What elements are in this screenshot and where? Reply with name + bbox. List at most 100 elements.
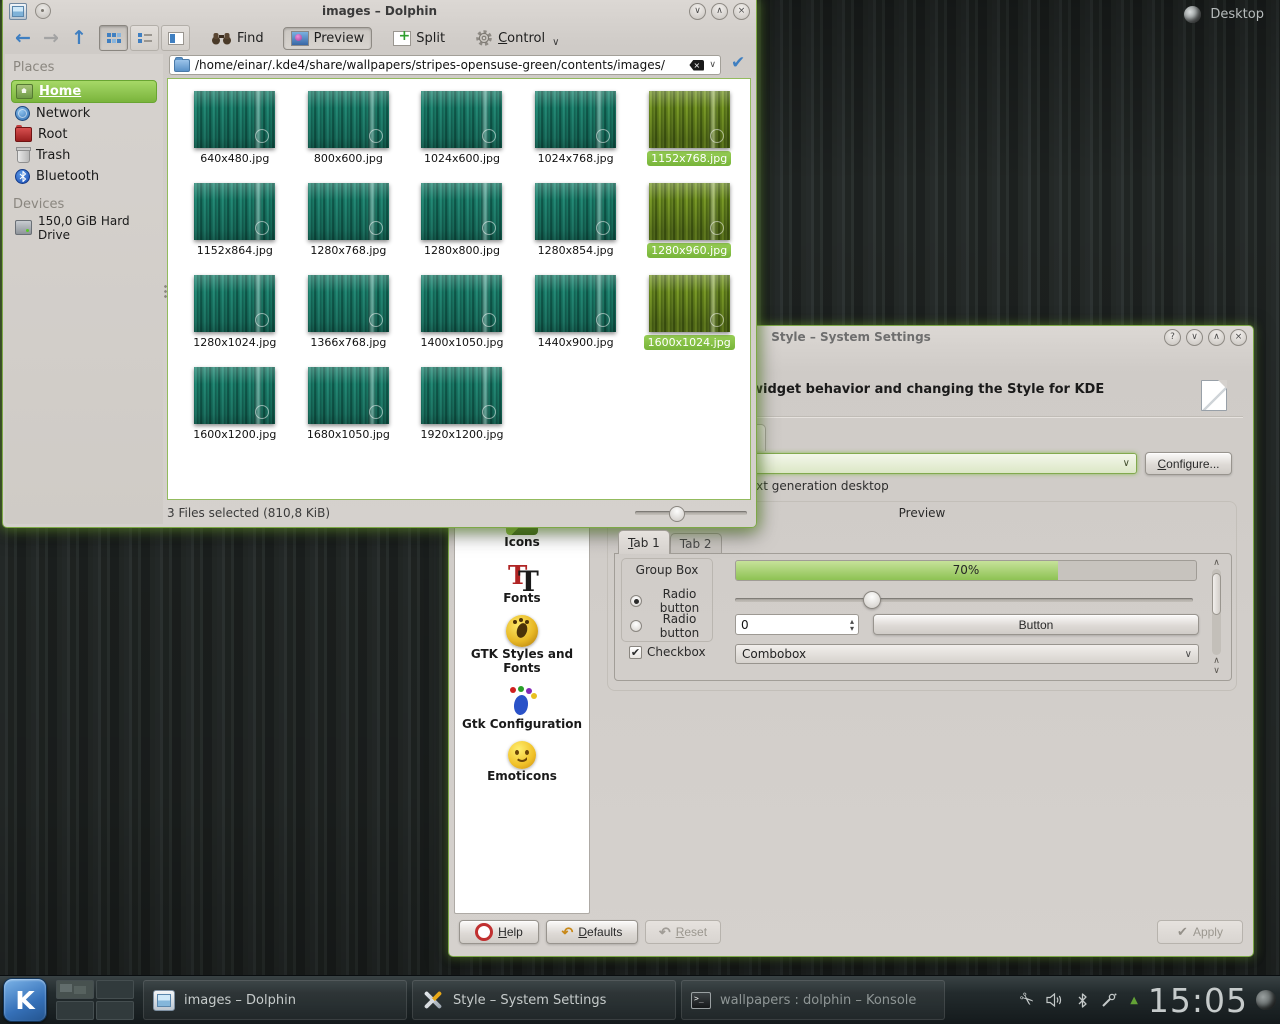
pager-desktop-2[interactable] xyxy=(96,980,134,999)
up-button[interactable]: ↑ xyxy=(67,27,91,49)
sidebar-item-emoticons[interactable]: Emoticons xyxy=(455,741,589,783)
maximize-button[interactable]: ∧ xyxy=(711,3,728,20)
file-item[interactable]: 1024x600.jpg xyxy=(405,91,519,183)
sidebar-item-gtk-configuration[interactable]: Gtk Configuration xyxy=(455,685,589,731)
file-item[interactable]: 800x600.jpg xyxy=(292,91,406,183)
task-dolphin[interactable]: images – Dolphin xyxy=(143,980,407,1020)
scrollbar-track[interactable] xyxy=(1212,569,1221,655)
slider-handle[interactable] xyxy=(863,591,881,609)
widget-style-combobox[interactable]: ∨ xyxy=(737,453,1137,474)
preview-spinbox[interactable]: 0 ▴ ▾ xyxy=(735,614,859,635)
volume-icon[interactable] xyxy=(1046,993,1064,1007)
radio-button-2[interactable]: Radio button xyxy=(630,612,712,640)
file-item[interactable]: 640x480.jpg xyxy=(178,91,292,183)
back-button[interactable]: ← xyxy=(11,27,35,49)
configure-button[interactable]: Configure... xyxy=(1145,452,1232,475)
klipper-scissors-icon[interactable]: ✂ xyxy=(1014,988,1038,1012)
task-system-settings[interactable]: Style – System Settings xyxy=(412,980,676,1020)
close-button[interactable]: × xyxy=(733,3,750,20)
forward-button[interactable]: → xyxy=(39,27,63,49)
maximize-button[interactable]: ∧ xyxy=(1208,329,1225,346)
file-item[interactable]: 1920x1200.jpg xyxy=(405,367,519,459)
reset-button[interactable]: ↶ Reset xyxy=(645,920,721,944)
file-item[interactable]: 1152x864.jpg xyxy=(178,183,292,275)
minimize-button[interactable]: ∨ xyxy=(689,3,706,20)
file-item[interactable]: 1280x768.jpg xyxy=(292,183,406,275)
file-item-selected[interactable]: 1600x1024.jpg xyxy=(632,275,746,367)
zoom-slider-handle[interactable] xyxy=(669,506,685,522)
wallpaper-thumbnail xyxy=(535,91,616,148)
file-view[interactable]: 640x480.jpg 800x600.jpg 1024x600.jpg 102… xyxy=(167,78,751,500)
file-item-selected[interactable]: 1152x768.jpg xyxy=(632,91,746,183)
columns-view-icon xyxy=(168,32,184,45)
tray-expand-icon[interactable]: ▲ xyxy=(1130,995,1138,1006)
file-item[interactable]: 1600x1200.jpg xyxy=(178,367,292,459)
apply-button[interactable]: ✔ Apply xyxy=(1157,920,1243,944)
minimize-button[interactable]: ∨ xyxy=(1186,329,1203,346)
places-item-home[interactable]: Home xyxy=(11,80,157,103)
digital-clock[interactable]: 15:05 xyxy=(1148,981,1248,1020)
control-menu-button[interactable]: Control ∨ xyxy=(468,26,566,51)
places-item-trash[interactable]: Trash xyxy=(11,145,157,166)
details-view-button[interactable] xyxy=(130,25,159,51)
places-header: Places xyxy=(13,60,157,75)
split-button[interactable]: + Split xyxy=(386,28,452,49)
file-item[interactable]: 1680x1050.jpg xyxy=(292,367,406,459)
find-button[interactable]: Find xyxy=(204,28,271,49)
preview-combobox[interactable]: Combobox ∨ xyxy=(735,644,1199,664)
task-konsole[interactable]: >_ wallpapers : dolphin – Konsole xyxy=(681,980,945,1020)
close-button[interactable]: × xyxy=(1230,329,1247,346)
places-item-network[interactable]: Network xyxy=(11,103,157,124)
help-window-button[interactable]: ? xyxy=(1164,329,1181,346)
desktop-pager[interactable] xyxy=(56,980,134,1020)
file-item[interactable]: 1280x1024.jpg xyxy=(178,275,292,367)
tab-2[interactable]: Tab 2 xyxy=(670,533,722,554)
places-item-root[interactable]: Root xyxy=(11,124,157,145)
accept-location-button[interactable]: ✔ xyxy=(731,53,745,73)
gtk-configuration-icon xyxy=(506,685,538,717)
pager-desktop-1[interactable] xyxy=(56,980,94,999)
help-button[interactable]: Help xyxy=(459,920,539,944)
preview-slider[interactable] xyxy=(735,590,1193,608)
radio-button-1[interactable]: Radio button xyxy=(630,587,712,615)
zoom-slider[interactable] xyxy=(635,505,747,521)
bluetooth-icon[interactable] xyxy=(1077,993,1088,1008)
dolphin-app-icon xyxy=(9,3,27,20)
location-dropdown-icon[interactable]: ∨ xyxy=(709,60,716,70)
panel-cashew-icon[interactable] xyxy=(1256,990,1276,1010)
places-item-hard-drive[interactable]: 150,0 GiB Hard Drive xyxy=(11,217,157,238)
scroll-up-icon[interactable]: ∧ xyxy=(1213,558,1220,568)
clear-location-icon[interactable]: × xyxy=(689,60,704,71)
pager-desktop-3[interactable] xyxy=(56,1001,94,1020)
preview-scrollbar[interactable]: ∧ ∧ ∨ xyxy=(1210,558,1223,676)
spinbox-arrows[interactable]: ▴ ▾ xyxy=(850,618,858,632)
scroll-up-icon[interactable]: ∧ xyxy=(1213,656,1220,666)
sidebar-item-fonts[interactable]: TT Fonts xyxy=(455,559,589,605)
fonts-icon: TT xyxy=(506,559,538,591)
desktop-toolbox[interactable]: Desktop xyxy=(1184,6,1264,23)
file-item[interactable]: 1024x768.jpg xyxy=(519,91,633,183)
file-item[interactable]: 1400x1050.jpg xyxy=(405,275,519,367)
pager-desktop-4[interactable] xyxy=(96,1001,134,1020)
defaults-button[interactable]: ↶ Defaults xyxy=(546,920,638,944)
file-item[interactable]: 1440x900.jpg xyxy=(519,275,633,367)
kde-menu-button[interactable]: K xyxy=(3,978,47,1022)
preview-checkbox[interactable]: ✔ Checkbox xyxy=(629,645,706,659)
dolphin-titlebar[interactable]: images – Dolphin ∨ ∧ × xyxy=(3,0,756,22)
file-item[interactable]: 1280x854.jpg xyxy=(519,183,633,275)
device-notifier-icon[interactable] xyxy=(1101,993,1117,1008)
columns-view-button[interactable] xyxy=(161,25,190,51)
file-item-selected[interactable]: 1280x960.jpg xyxy=(632,183,746,275)
sidebar-item-gtk-styles[interactable]: GTK Styles and Fonts xyxy=(455,615,589,675)
scrollbar-thumb[interactable] xyxy=(1212,573,1221,615)
tab-1[interactable]: Tab 1 xyxy=(618,530,670,554)
scroll-down-icon[interactable]: ∨ xyxy=(1213,666,1220,676)
file-item[interactable]: 1280x800.jpg xyxy=(405,183,519,275)
icons-view-button[interactable] xyxy=(99,25,128,51)
wallpaper-thumbnail xyxy=(194,367,275,424)
file-item[interactable]: 1366x768.jpg xyxy=(292,275,406,367)
preview-toggle-button[interactable]: Preview xyxy=(283,27,373,50)
location-bar[interactable]: /home/einar/.kde4/share/wallpapers/strip… xyxy=(169,55,721,75)
places-item-bluetooth[interactable]: Bluetooth xyxy=(11,166,157,187)
preview-button[interactable]: Button xyxy=(873,614,1199,635)
